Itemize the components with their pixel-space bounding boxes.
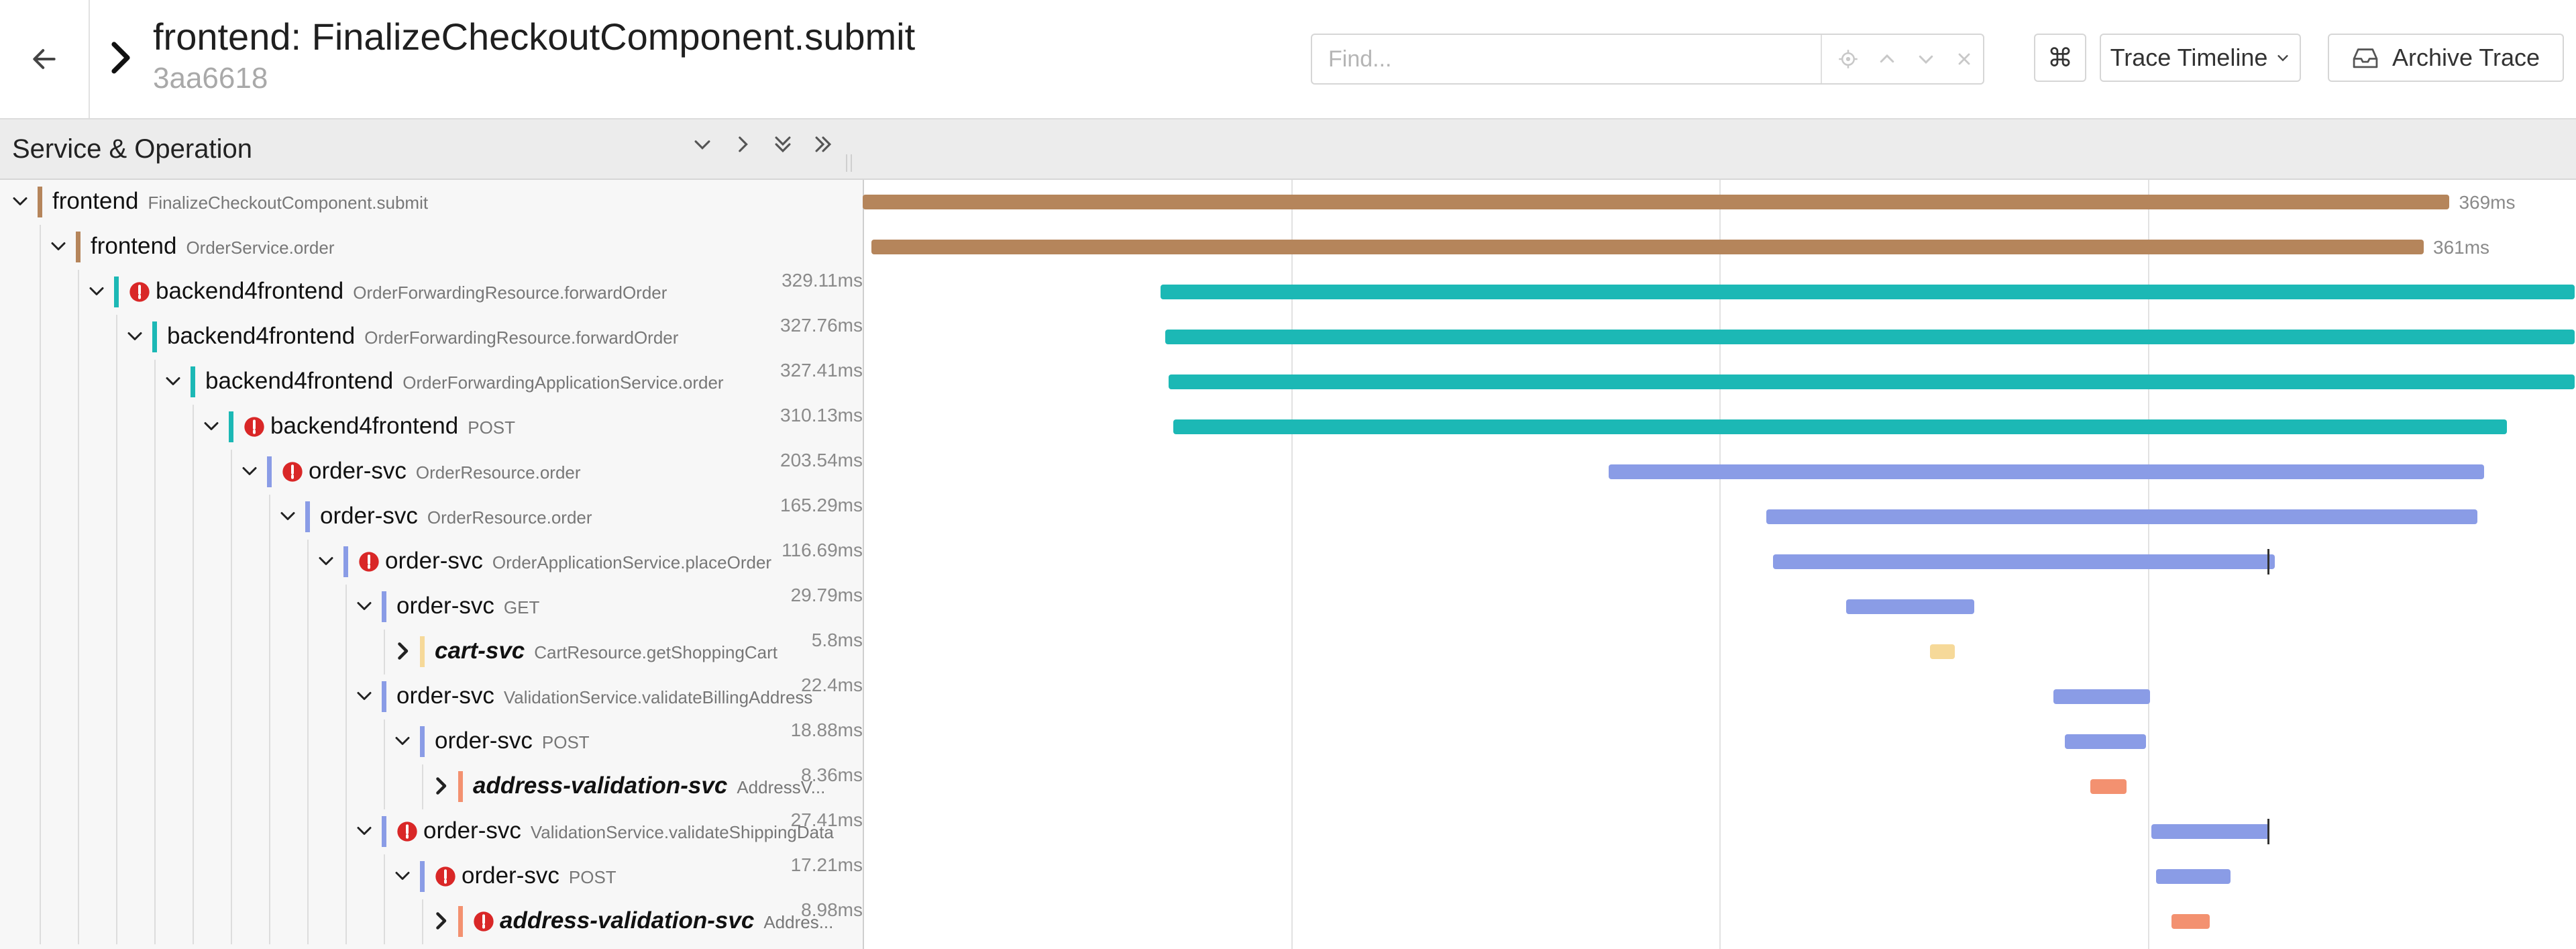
span-duration: 369ms xyxy=(2459,192,2516,213)
span-duration: 310.13ms xyxy=(780,405,863,426)
span-row[interactable]: order-svc OrderResource.order 165.29ms xyxy=(0,495,2576,540)
chevron-up-icon[interactable] xyxy=(1877,49,1897,69)
span-row[interactable]: backend4frontend OrderForwardingResource.… xyxy=(0,315,2576,360)
expand-one-icon[interactable] xyxy=(731,133,754,156)
service-color-bar xyxy=(38,187,42,217)
service-operation-header: Service & Operation xyxy=(12,134,252,164)
span-duration: 17.21ms xyxy=(790,854,863,875)
span-tree-cell[interactable]: frontend FinalizeCheckoutComponent.submit xyxy=(0,180,863,225)
span-row[interactable]: cart-svc CartResource.getShoppingCart 5.8m… xyxy=(0,630,2576,675)
span-bar[interactable] xyxy=(2090,779,2127,794)
view-select-button[interactable]: Trace Timeline xyxy=(2100,34,2301,82)
span-bar[interactable] xyxy=(1846,599,1975,614)
span-row[interactable]: address-validation-svc AddressV... 8.36ms xyxy=(0,764,2576,809)
inbox-icon xyxy=(2353,48,2378,68)
find-controls xyxy=(1829,35,1983,83)
span-bar[interactable] xyxy=(1609,464,2484,479)
trace-header: frontend: FinalizeCheckoutComponent.subm… xyxy=(0,0,2576,119)
span-row[interactable]: frontend FinalizeCheckoutComponent.submit… xyxy=(0,180,2576,225)
chevron-right-icon[interactable] xyxy=(107,40,134,75)
expand-all-icon[interactable] xyxy=(812,133,835,156)
span-log-marker xyxy=(2267,549,2269,575)
archive-trace-button[interactable]: Archive Trace xyxy=(2328,34,2564,82)
archive-trace-label: Archive Trace xyxy=(2392,44,2540,71)
tree-controls xyxy=(691,133,835,156)
span-duration: 18.88ms xyxy=(790,719,863,740)
span-duration: 327.76ms xyxy=(780,315,863,336)
span-row[interactable]: order-svc GET 29.79ms xyxy=(0,585,2576,630)
span-duration: 329.11ms xyxy=(782,270,863,291)
collapse-toggle-icon[interactable] xyxy=(8,189,32,213)
chevron-down-icon xyxy=(2277,55,2288,62)
span-duration: 8.36ms xyxy=(801,764,863,785)
span-bar[interactable] xyxy=(1930,644,1955,659)
span-row[interactable]: order-svc POST 17.21ms xyxy=(0,854,2576,899)
collapse-toggle-icon[interactable] xyxy=(46,234,70,258)
column-header: Service & Operation xyxy=(0,119,2576,180)
span-bar[interactable] xyxy=(1766,509,2478,524)
span-duration: 327.41ms xyxy=(780,360,863,381)
span-duration: 8.98ms xyxy=(801,899,863,920)
span-bar[interactable] xyxy=(2064,734,2146,749)
span-duration: 165.29ms xyxy=(780,495,863,515)
span-bar[interactable] xyxy=(2053,689,2150,704)
span-label[interactable]: frontend FinalizeCheckoutComponent.submit xyxy=(52,188,428,215)
collapse-all-icon[interactable] xyxy=(771,133,794,156)
span-duration: 29.79ms xyxy=(790,585,863,605)
span-duration: 203.54ms xyxy=(780,450,863,470)
span-bar[interactable] xyxy=(1168,374,2575,389)
close-icon[interactable] xyxy=(1955,50,1974,68)
service-name: frontend xyxy=(91,233,177,259)
span-bar[interactable] xyxy=(2171,914,2210,929)
locate-icon[interactable] xyxy=(1838,49,1858,69)
span-row[interactable]: backend4frontend OrderForwardingApplicati… xyxy=(0,360,2576,405)
indent-guide xyxy=(40,225,41,270)
chevron-down-icon[interactable] xyxy=(1916,49,1936,69)
span-row[interactable]: backend4frontend POST 310.13ms xyxy=(0,405,2576,450)
span-bar[interactable] xyxy=(863,195,2450,209)
operation-name: OrderService.order xyxy=(186,238,335,258)
span-row[interactable]: order-svc ValidationService.validateBilli… xyxy=(0,675,2576,719)
service-name: frontend xyxy=(52,188,139,214)
column-resize-handle[interactable] xyxy=(844,154,855,172)
span-row[interactable]: backend4frontend OrderForwardingResource.… xyxy=(0,270,2576,315)
span-label[interactable]: frontend OrderService.order xyxy=(91,233,335,260)
span-row[interactable]: order-svc OrderApplicationService.placeOr… xyxy=(0,540,2576,585)
span-bar[interactable] xyxy=(1773,554,2275,569)
keyboard-shortcuts-button[interactable]: ⌘ xyxy=(2034,34,2086,82)
span-duration: 27.41ms xyxy=(790,809,863,830)
trace-id: 3aa6618 xyxy=(153,62,268,95)
span-bar[interactable] xyxy=(871,240,2424,254)
span-row[interactable]: order-svc POST 18.88ms xyxy=(0,719,2576,764)
span-row[interactable]: address-validation-svc Addres... 8.98ms xyxy=(0,899,2576,944)
span-bar[interactable] xyxy=(2156,869,2231,884)
span-tree-cell[interactable]: frontend OrderService.order xyxy=(0,225,863,270)
span-row[interactable]: order-svc OrderResource.order 203.54ms xyxy=(0,450,2576,495)
arrow-left-icon xyxy=(33,49,56,69)
span-duration: 116.69ms xyxy=(782,540,863,560)
span-log-marker xyxy=(2267,819,2269,844)
collapse-one-icon[interactable] xyxy=(691,133,714,156)
command-icon: ⌘ xyxy=(2047,44,2073,72)
back-button[interactable] xyxy=(0,0,90,118)
span-bar[interactable] xyxy=(1173,419,2507,434)
span-duration: 22.4ms xyxy=(801,675,863,695)
view-select-label: Trace Timeline xyxy=(2110,44,2268,71)
span-bar[interactable] xyxy=(1160,285,2575,299)
span-row[interactable]: order-svc ValidationService.validateShipp… xyxy=(0,809,2576,854)
find-input[interactable] xyxy=(1312,35,1822,83)
span-duration: 361ms xyxy=(2433,237,2490,258)
span-bar[interactable] xyxy=(2151,824,2269,839)
span-duration: 5.8ms xyxy=(811,630,863,650)
service-color-bar xyxy=(76,232,80,262)
trace-title[interactable]: frontend: FinalizeCheckoutComponent.subm… xyxy=(153,15,915,58)
find-box xyxy=(1311,34,1984,85)
span-bar[interactable] xyxy=(1165,330,2575,344)
span-row[interactable]: frontend OrderService.order 361ms xyxy=(0,225,2576,270)
operation-name: FinalizeCheckoutComponent.submit xyxy=(148,193,429,213)
